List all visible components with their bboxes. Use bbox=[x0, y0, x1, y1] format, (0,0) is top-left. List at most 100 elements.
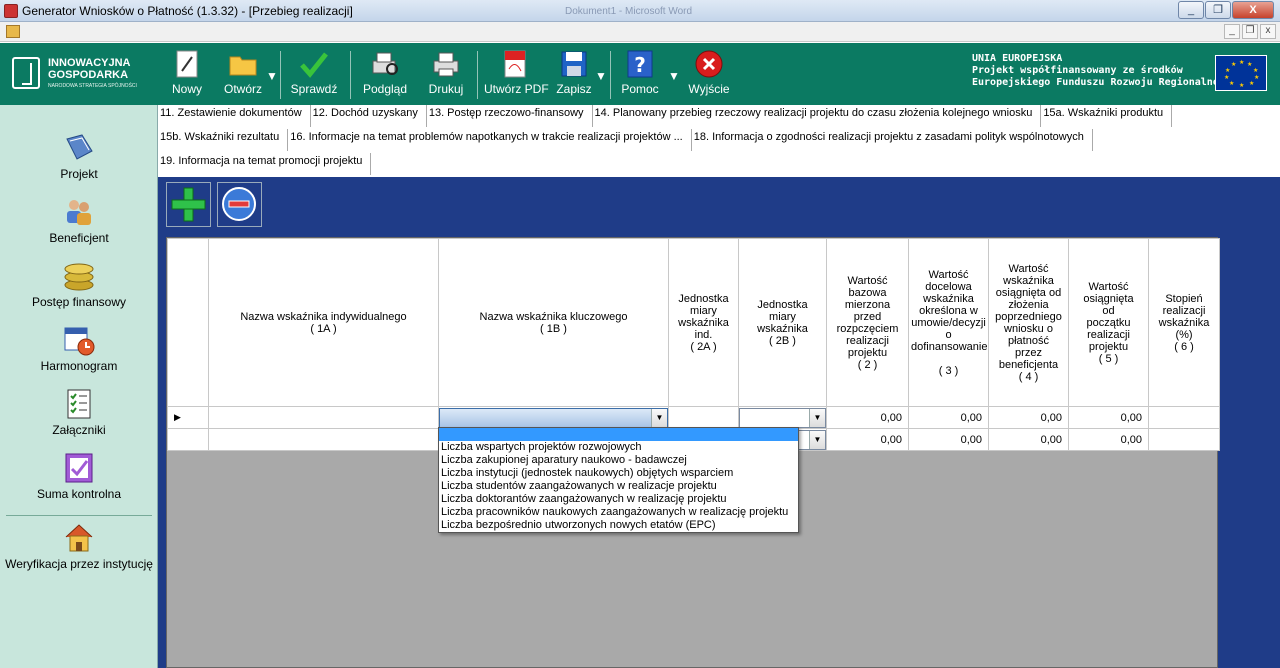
tab-15b-wskazniki-rezultatu[interactable]: 15b. Wskaźniki rezultatu bbox=[158, 129, 289, 151]
help-button[interactable]: ? Pomoc bbox=[619, 49, 661, 101]
check-button[interactable]: Sprawdź bbox=[290, 49, 338, 101]
preview-button[interactable]: Podgląd bbox=[360, 49, 410, 101]
exit-button[interactable]: Wyjście bbox=[686, 49, 732, 101]
tab-15a-wskazniki-produktu[interactable]: 15a. Wskaźniki produktu bbox=[1041, 105, 1173, 127]
col-header-line: realizacji bbox=[846, 334, 889, 347]
tab-13-postep-rzeczowo-finansowy[interactable]: 13. Postęp rzeczowo-finansowy bbox=[427, 105, 593, 127]
col-header-line: wskaźnika bbox=[1003, 274, 1054, 287]
key-indicator-combobox[interactable]: ▼ bbox=[439, 407, 668, 428]
sidebar-divider bbox=[6, 515, 152, 516]
sidebar-item-postep-finansowy[interactable]: Postęp finansowy bbox=[0, 259, 158, 309]
save-button[interactable]: Zapisz bbox=[555, 49, 593, 101]
col-header-1a[interactable]: Nazwa wskaźnika indywidualnego( 1A ) bbox=[208, 238, 439, 407]
col-header-5[interactable]: Wartość osiągnięta od początku realizacji pro… bbox=[1068, 238, 1149, 407]
row-selector[interactable] bbox=[167, 428, 209, 451]
open-dropdown-arrow[interactable]: ▼ bbox=[266, 69, 278, 83]
col-header-line: projektu bbox=[1088, 340, 1129, 353]
cell-stopien-realizacji[interactable] bbox=[1148, 428, 1220, 451]
sidebar-item-projekt[interactable]: Projekt bbox=[0, 131, 158, 181]
remove-row-icon bbox=[222, 187, 256, 221]
check-icon bbox=[300, 52, 328, 78]
cell-wartosc-od-wniosku[interactable]: 0,00 bbox=[988, 428, 1069, 451]
cell-jednostka-ind[interactable] bbox=[668, 406, 739, 429]
row-selector[interactable]: ▶ bbox=[167, 406, 209, 429]
col-header-line: realizacji bbox=[1087, 328, 1130, 341]
col-header-6[interactable]: Stopień realizacji wskaźnika (%)( 6 ) bbox=[1148, 238, 1220, 407]
sidebar-item-beneficjent[interactable]: Beneficjent bbox=[0, 195, 158, 245]
cell-wartosc-docelowa[interactable]: 0,00 bbox=[908, 428, 989, 451]
col-header-2[interactable]: Wartość bazowa mierzona przed rozpczęciem rea… bbox=[826, 238, 909, 407]
tab-19-promocja-projektu[interactable]: 19. Informacja na temat promocji projekt… bbox=[158, 153, 372, 175]
dropdown-option[interactable]: Liczba wspartych projektów rozwojowych bbox=[439, 441, 798, 454]
cell-wartosc-od-poczatku[interactable]: 0,00 bbox=[1068, 428, 1149, 451]
col-header-2b[interactable]: Jednostka miary wskaźnika( 2B ) bbox=[738, 238, 827, 407]
sidebar-item-suma-kontrolna[interactable]: Suma kontrolna bbox=[0, 451, 158, 501]
add-row-button[interactable] bbox=[166, 182, 211, 227]
col-header-1b[interactable]: Nazwa wskaźnika kluczowego( 1B ) bbox=[438, 238, 669, 407]
svg-text:?: ? bbox=[634, 53, 646, 77]
mdi-minimize-button[interactable]: _ bbox=[1224, 24, 1240, 39]
minimize-button[interactable]: _ bbox=[1178, 1, 1204, 19]
eu-funding-text: UNIA EUROPEJSKA Projekt współfinansowany… bbox=[972, 53, 1231, 89]
unit-combobox[interactable]: ▼ bbox=[739, 407, 826, 428]
sidebar-item-harmonogram[interactable]: Harmonogram bbox=[0, 323, 158, 373]
col-header-line: (%) bbox=[1175, 328, 1193, 341]
restore-button[interactable]: ❐ bbox=[1205, 1, 1231, 19]
dropdown-option[interactable]: Liczba bezpośrednio utworzonych nowych e… bbox=[439, 519, 798, 532]
new-document-icon bbox=[176, 50, 198, 78]
sidebar-item-label: Załączniki bbox=[52, 423, 106, 437]
dropdown-option[interactable]: Liczba doktorantów zaangażowanych w real… bbox=[439, 493, 798, 506]
cell-wartosc-docelowa[interactable]: 0,00 bbox=[908, 406, 989, 429]
chevron-down-icon[interactable]: ▼ bbox=[809, 408, 825, 427]
cell-kluczowy[interactable]: ▼ bbox=[438, 406, 669, 429]
create-pdf-button[interactable]: Utwórz PDF bbox=[484, 49, 549, 101]
mdi-restore-button[interactable]: ❐ bbox=[1242, 24, 1258, 39]
dropdown-option[interactable]: Liczba instytucji (jednostek naukowych) … bbox=[439, 467, 798, 480]
col-header-2a[interactable]: Jednostka miary wskaźnika ind.( 2A ) bbox=[668, 238, 739, 407]
tab-18-zgodnosc-z-politykami[interactable]: 18. Informacja o zgodności realizacji pr… bbox=[692, 129, 1093, 151]
open-button-label: Otwórz bbox=[223, 82, 262, 96]
cell-jednostka[interactable]: ▼ bbox=[738, 406, 827, 429]
chevron-down-icon[interactable]: ▼ bbox=[651, 408, 667, 427]
col-header-line: od bbox=[1102, 304, 1115, 317]
sidebar-item-label: Beneficjent bbox=[49, 231, 109, 245]
save-dropdown-arrow[interactable]: ▼ bbox=[595, 69, 607, 83]
tab-12-dochod-uzyskany[interactable]: 12. Dochód uzyskany bbox=[311, 105, 427, 127]
dropdown-option[interactable]: Liczba zakupionej aparatury naukowo - ba… bbox=[439, 454, 798, 467]
col-header-3[interactable]: Wartość docelowa wskaźnika określona w umowi… bbox=[908, 238, 989, 407]
chevron-down-icon[interactable]: ▼ bbox=[809, 430, 825, 449]
dropdown-option[interactable]: Liczba studentów zaangażowanych w realiz… bbox=[439, 480, 798, 493]
tab-11-zestawienie-dokumentow[interactable]: 11. Zestawienie dokumentów bbox=[158, 105, 311, 127]
col-header-line: ( 1A ) bbox=[310, 322, 337, 335]
col-header-line: przez bbox=[1015, 346, 1042, 359]
cell-wartosc-od-poczatku[interactable]: 0,00 bbox=[1068, 406, 1149, 429]
print-button[interactable]: Drukuj bbox=[426, 49, 466, 101]
col-header-line: ( 6 ) bbox=[1174, 340, 1194, 353]
mdi-close-button[interactable]: x bbox=[1260, 24, 1276, 39]
col-header-4[interactable]: Wartość wskaźnika osiągnięta od złożenia pop… bbox=[988, 238, 1069, 407]
cell-indywidualny[interactable] bbox=[208, 428, 439, 451]
help-dropdown-arrow[interactable]: ▼ bbox=[668, 69, 680, 83]
sidebar-item-zalaczniki[interactable]: Załączniki bbox=[0, 387, 158, 437]
cell-indywidualny[interactable] bbox=[208, 406, 439, 429]
tab-14-planowany-przebieg[interactable]: 14. Planowany przebieg rzeczowy realizac… bbox=[593, 105, 1042, 127]
close-button[interactable]: X bbox=[1232, 1, 1274, 19]
col-header-line: wskaźnika bbox=[678, 316, 729, 329]
preview-button-label: Podgląd bbox=[362, 82, 408, 96]
cell-stopien-realizacji[interactable] bbox=[1148, 406, 1220, 429]
col-header-line: osiągnięta od bbox=[995, 286, 1062, 299]
col-header-line: umowie/decyzji bbox=[911, 316, 986, 329]
dropdown-selected-empty-option[interactable] bbox=[439, 428, 798, 441]
cell-wartosc-bazowa[interactable]: 0,00 bbox=[826, 428, 909, 451]
col-header-line: wskaźnika bbox=[923, 292, 974, 305]
open-button[interactable]: Otwórz bbox=[220, 49, 266, 101]
sidebar-item-label: Postęp finansowy bbox=[31, 295, 127, 309]
dropdown-option[interactable]: Liczba pracowników naukowych zaangażowan… bbox=[439, 506, 798, 519]
sidebar-item-weryfikacja[interactable]: Weryfikacja przez instytucję bbox=[0, 521, 158, 571]
remove-row-button[interactable] bbox=[217, 182, 262, 227]
new-button[interactable]: Nowy bbox=[170, 49, 204, 101]
tab-16-informacje-o-problemach[interactable]: 16. Informacje na temat problemów napotk… bbox=[288, 129, 692, 151]
cell-wartosc-bazowa[interactable]: 0,00 bbox=[826, 406, 909, 429]
mdi-child-icon[interactable] bbox=[6, 25, 20, 38]
cell-wartosc-od-wniosku[interactable]: 0,00 bbox=[988, 406, 1069, 429]
